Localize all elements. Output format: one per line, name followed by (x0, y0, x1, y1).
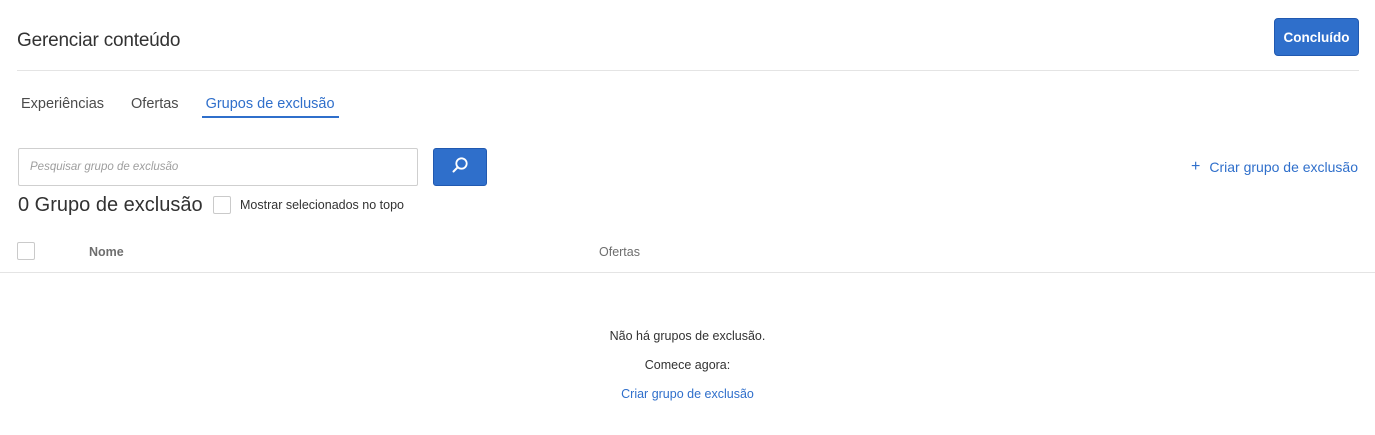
page-title: Gerenciar conteúdo (17, 30, 181, 51)
tab-experiences[interactable]: Experiências (17, 95, 108, 118)
tab-bar: Experiências Ofertas Grupos de exclusão (17, 95, 358, 119)
empty-state-message: Não há grupos de exclusão. (609, 329, 766, 343)
search-icon (451, 156, 469, 179)
manage-content-page: Gerenciar conteúdo Concluído Experiência… (0, 0, 1375, 435)
exclusion-group-count: 0 Grupo de exclusão (18, 194, 203, 216)
show-selected-checkbox[interactable] (213, 196, 231, 214)
show-selected-label: Mostrar selecionados no topo (240, 198, 404, 212)
header: Gerenciar conteúdo Concluído (17, 0, 1359, 71)
show-selected-toggle[interactable]: Mostrar selecionados no topo (213, 196, 404, 214)
plus-icon: + (1191, 158, 1201, 175)
column-header-name[interactable]: Nome (89, 245, 124, 259)
search-button[interactable] (433, 148, 487, 186)
tab-offers[interactable]: Ofertas (127, 95, 183, 118)
tab-exclusion-groups[interactable]: Grupos de exclusão (201, 95, 339, 118)
empty-state-prompt: Comece agora: (644, 358, 731, 372)
empty-state: Não há grupos de exclusão. Comece agora:… (0, 328, 1375, 415)
empty-state-create-link[interactable]: Criar grupo de exclusão (0, 386, 1375, 415)
column-header-offers: Ofertas (599, 245, 640, 259)
create-exclusion-group-link[interactable]: + Criar grupo de exclusão (1191, 158, 1358, 176)
create-exclusion-group-label: Criar grupo de exclusão (1209, 159, 1358, 175)
done-button[interactable]: Concluído (1274, 18, 1359, 56)
table-header: Nome Ofertas (0, 240, 1375, 273)
select-all-checkbox[interactable] (17, 242, 35, 260)
search-input[interactable] (18, 148, 418, 186)
